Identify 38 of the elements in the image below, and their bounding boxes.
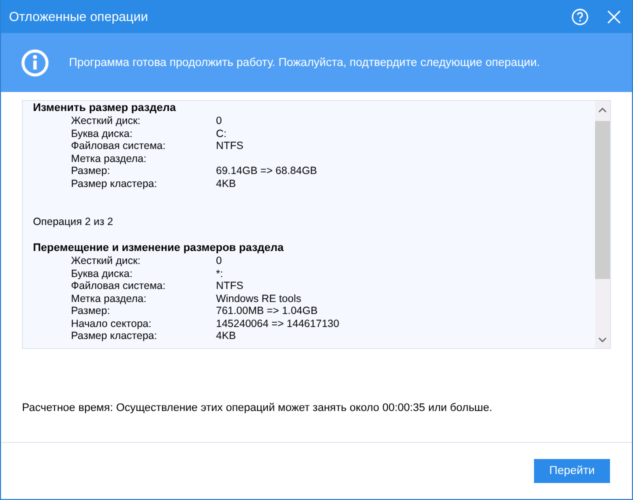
scrollbar[interactable] <box>595 101 610 348</box>
scroll-thumb[interactable] <box>595 121 610 279</box>
field-value: Windows RE tools <box>216 292 302 305</box>
field-value: 69.14GB => 68.84GB <box>216 165 318 178</box>
info-icon <box>21 48 49 76</box>
operation-title: Перемещение и изменение размеров раздела <box>33 242 285 255</box>
field-value: 4KB <box>216 330 237 342</box>
field-label: Размер кластера: <box>71 330 158 342</box>
field-value: 761.00MB => 1.04GB <box>216 305 319 318</box>
field-value: 145240064 => 144617130 <box>216 318 340 330</box>
field-value: 4KB <box>216 178 237 190</box>
field-value: 0 <box>216 255 223 268</box>
help-icon[interactable] <box>570 6 590 26</box>
banner-message: Программа готова продолжить работу. Пожалуйста, подтвердите следующие операции. <box>69 56 540 68</box>
field-value: 0 <box>216 115 223 128</box>
scroll-up-icon[interactable] <box>598 107 607 113</box>
field-label: Жесткий диск: <box>71 115 142 128</box>
proceed-button[interactable]: Перейти <box>534 459 610 483</box>
field-label: Файловая система: <box>71 140 167 152</box>
field-label: Размер: <box>71 305 112 318</box>
field-label: Метка раздела: <box>71 152 148 165</box>
field-value: NTFS <box>216 140 244 152</box>
field-label: Начало сектора: <box>71 318 152 330</box>
field-label: Размер: <box>71 165 112 178</box>
field-value: *: <box>216 268 224 280</box>
operation-title: Изменить размер раздела <box>33 102 177 115</box>
estimated-time-text: Расчетное время: Осуществление этих операций может занять около 00:00:35 или больше. <box>22 402 494 414</box>
field-label: Файловая система: <box>71 280 167 292</box>
field-value: C: <box>216 128 228 140</box>
field-label: Буква диска: <box>71 268 134 280</box>
field-label: Метка раздела: <box>71 292 148 305</box>
window-title: Отложенные операции <box>9 9 149 24</box>
scroll-down-icon[interactable] <box>598 337 607 343</box>
field-label: Жесткий диск: <box>71 255 142 268</box>
operation-counter: Операция 2 из 2 <box>33 216 114 229</box>
field-label: Размер кластера: <box>71 178 158 190</box>
field-value: NTFS <box>216 280 244 292</box>
field-label: Буква диска: <box>71 128 134 140</box>
